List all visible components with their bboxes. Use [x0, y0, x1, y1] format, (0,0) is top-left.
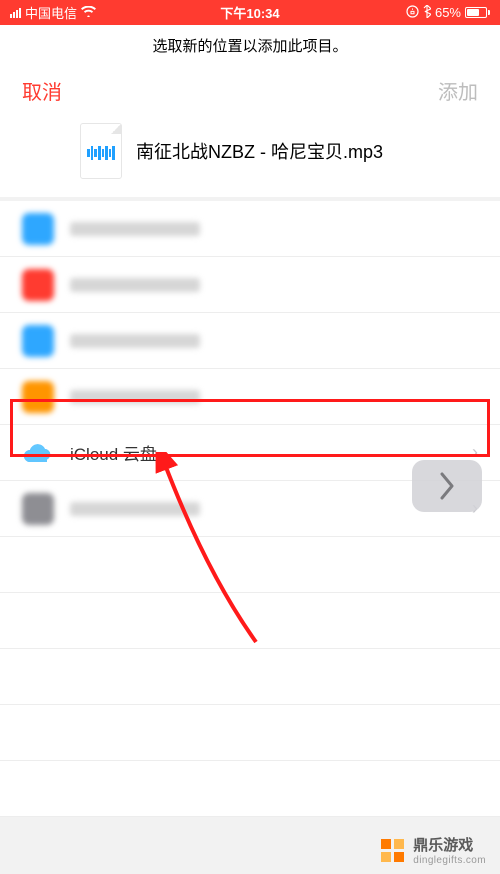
- file-name-label: 南征北战NZBZ - 哈尼宝贝.mp3: [136, 138, 383, 164]
- icloud-label: iCloud 云盘: [70, 440, 157, 465]
- cloud-icon: [22, 437, 54, 469]
- list-item[interactable]: [0, 369, 500, 425]
- battery-icon: [465, 7, 490, 18]
- list-item[interactable]: [0, 201, 500, 257]
- app-icon: [22, 493, 54, 525]
- empty-row: [0, 593, 500, 649]
- empty-row: [0, 761, 500, 817]
- blurred-label: [70, 502, 200, 516]
- empty-row: [0, 705, 500, 761]
- watermark-url: dinglegifts.com: [413, 855, 486, 867]
- watermark-logo-icon: [381, 839, 407, 865]
- empty-row: [0, 537, 500, 593]
- battery-pct: 65%: [435, 5, 461, 20]
- instruction-text: 选取新的位置以添加此项目。: [0, 25, 500, 64]
- status-right: 65%: [330, 5, 490, 21]
- file-row: 南征北战NZBZ - 哈尼宝贝.mp3: [0, 119, 500, 197]
- header: 选取新的位置以添加此项目。 取消 添加 南征北战NZBZ - 哈尼宝贝.mp3: [0, 25, 500, 197]
- signal-icon: [10, 8, 21, 18]
- blurred-label: [70, 278, 200, 292]
- carrier-label: 中国电信: [25, 3, 77, 22]
- app-icon: [22, 269, 54, 301]
- wifi-icon: [81, 5, 96, 20]
- empty-rows: [0, 537, 500, 817]
- list-item[interactable]: [0, 257, 500, 313]
- status-time: 下午10:34: [170, 3, 330, 22]
- cancel-button[interactable]: 取消: [22, 76, 62, 105]
- floating-next-button[interactable]: [412, 460, 482, 512]
- nav-row: 取消 添加: [0, 64, 500, 119]
- blurred-label: [70, 390, 200, 404]
- watermark-brand: 鼎乐游戏: [413, 837, 486, 854]
- blurred-label: [70, 222, 200, 236]
- add-button[interactable]: 添加: [438, 76, 478, 105]
- blurred-label: [70, 334, 200, 348]
- bluetooth-icon: [423, 5, 431, 21]
- status-bar: 中国电信 下午10:34 65%: [0, 0, 500, 25]
- orientation-lock-icon: [406, 5, 419, 21]
- app-icon: [22, 213, 54, 245]
- status-left: 中国电信: [10, 3, 170, 22]
- watermark: 鼎乐游戏 dinglegifts.com: [381, 837, 486, 866]
- list-item[interactable]: [0, 313, 500, 369]
- app-icon: [22, 325, 54, 357]
- empty-row: [0, 649, 500, 705]
- file-audio-icon: [80, 123, 122, 179]
- app-icon: [22, 381, 54, 413]
